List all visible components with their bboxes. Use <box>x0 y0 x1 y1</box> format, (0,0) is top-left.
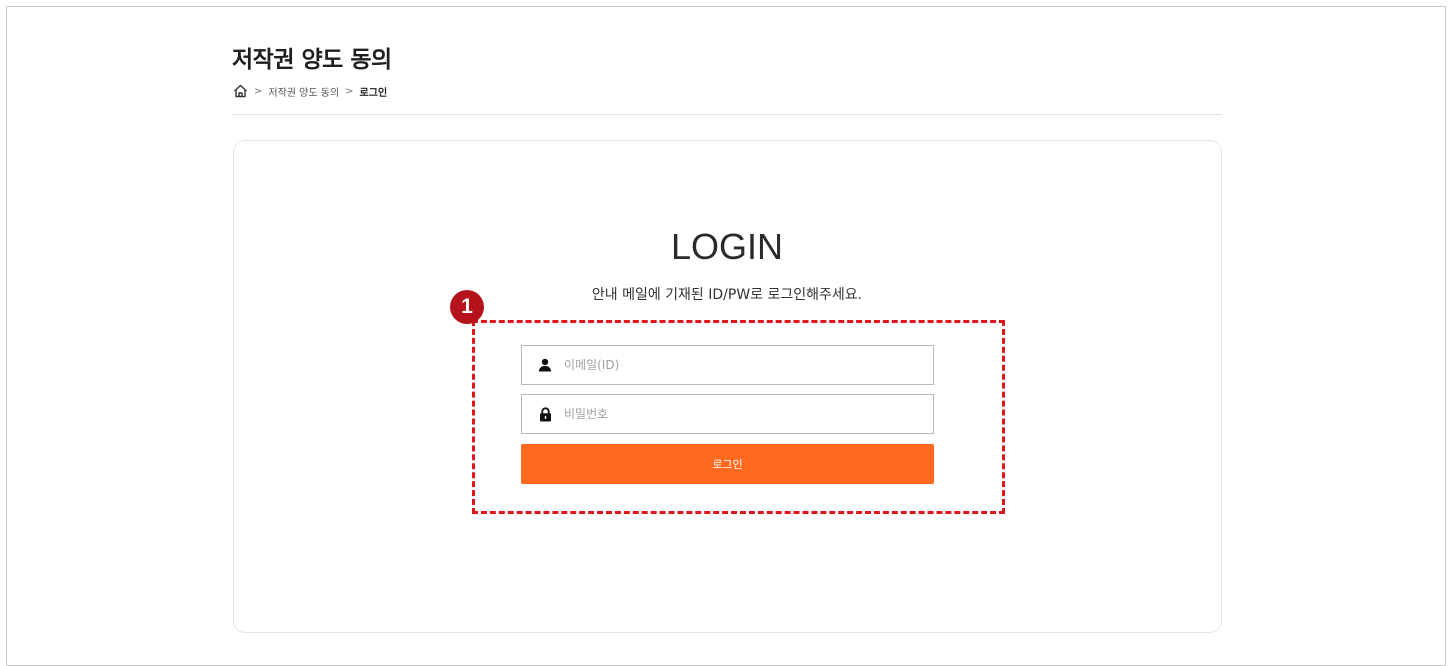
login-title: LOGIN <box>670 226 784 267</box>
user-icon <box>538 358 552 372</box>
email-field[interactable] <box>521 345 934 385</box>
breadcrumb-separator: > <box>254 85 263 97</box>
login-description: 안내 메일에 기재된 ID/PW로 로그인해주세요. <box>591 287 863 303</box>
breadcrumb-separator: > <box>345 85 354 97</box>
password-input[interactable] <box>564 395 933 433</box>
login-button[interactable]: 로그인 <box>521 444 934 484</box>
email-input[interactable] <box>564 346 933 384</box>
breadcrumb: > 저작권 양도 동의 > 로그인 <box>232 83 387 99</box>
breadcrumb-item-login: 로그인 <box>359 87 388 99</box>
header-divider <box>232 114 1222 115</box>
page-title: 저작권 양도 동의 <box>232 47 392 73</box>
home-icon[interactable] <box>232 83 248 99</box>
callout-number-badge: 1 <box>450 290 484 324</box>
password-field[interactable] <box>521 394 934 434</box>
lock-icon <box>538 406 552 421</box>
breadcrumb-item-consent[interactable]: 저작권 양도 동의 <box>268 84 339 99</box>
